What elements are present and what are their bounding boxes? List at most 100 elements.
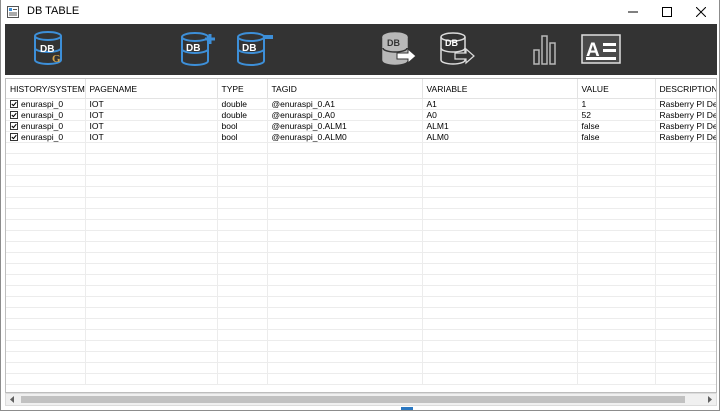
empty-cell[interactable] [655, 153, 716, 165]
empty-cell[interactable] [655, 263, 716, 275]
empty-row[interactable] [6, 296, 716, 308]
table-cell[interactable]: A1 [422, 98, 578, 110]
empty-cell[interactable] [655, 208, 716, 220]
maximize-button[interactable] [650, 0, 684, 23]
empty-cell[interactable] [85, 241, 218, 253]
empty-cell[interactable] [422, 373, 578, 385]
empty-cell[interactable] [85, 296, 218, 308]
empty-cell[interactable] [85, 263, 218, 275]
db-add-button[interactable]: DB [177, 28, 221, 70]
empty-row[interactable] [6, 252, 716, 264]
column-header[interactable]: VARIABLE [422, 79, 578, 99]
empty-cell[interactable] [6, 219, 86, 231]
empty-cell[interactable] [6, 285, 86, 297]
empty-cell[interactable] [422, 153, 578, 165]
empty-cell[interactable] [577, 307, 656, 319]
empty-row[interactable] [6, 164, 716, 176]
empty-row[interactable] [6, 241, 716, 253]
empty-cell[interactable] [655, 186, 716, 198]
empty-cell[interactable] [85, 329, 218, 341]
empty-row[interactable] [6, 329, 716, 341]
empty-cell[interactable] [85, 351, 218, 363]
empty-cell[interactable] [577, 164, 656, 176]
empty-cell[interactable] [85, 208, 218, 220]
empty-cell[interactable] [6, 263, 86, 275]
empty-cell[interactable] [217, 296, 268, 308]
table-cell[interactable]: @enuraspi_0.A0 [267, 109, 423, 121]
empty-cell[interactable] [422, 318, 578, 330]
empty-cell[interactable] [217, 329, 268, 341]
empty-cell[interactable] [6, 197, 86, 209]
empty-cell[interactable] [6, 274, 86, 286]
column-header[interactable]: DESCRIPTION [655, 79, 716, 99]
empty-cell[interactable] [655, 230, 716, 242]
empty-cell[interactable] [577, 285, 656, 297]
empty-cell[interactable] [217, 340, 268, 352]
empty-row[interactable] [6, 263, 716, 275]
empty-cell[interactable] [267, 252, 423, 264]
empty-cell[interactable] [422, 142, 578, 154]
table-cell[interactable]: false [577, 120, 656, 132]
empty-cell[interactable] [217, 197, 268, 209]
db-export-button[interactable]: DB [435, 28, 479, 70]
empty-cell[interactable] [267, 219, 423, 231]
empty-row[interactable] [6, 175, 716, 187]
empty-cell[interactable] [422, 252, 578, 264]
empty-cell[interactable] [217, 285, 268, 297]
empty-cell[interactable] [422, 219, 578, 231]
row-checkbox[interactable] [10, 111, 18, 119]
empty-row[interactable] [6, 307, 716, 319]
empty-cell[interactable] [577, 219, 656, 231]
empty-cell[interactable] [6, 351, 86, 363]
column-header[interactable]: TAGID [267, 79, 423, 99]
empty-cell[interactable] [267, 230, 423, 242]
scroll-left-button[interactable] [6, 394, 19, 405]
empty-cell[interactable] [422, 285, 578, 297]
table-cell[interactable]: ALM0 [422, 131, 578, 143]
empty-cell[interactable] [577, 230, 656, 242]
empty-row[interactable] [6, 208, 716, 220]
empty-cell[interactable] [577, 252, 656, 264]
empty-cell[interactable] [422, 241, 578, 253]
empty-cell[interactable] [267, 340, 423, 352]
empty-cell[interactable] [217, 362, 268, 374]
empty-cell[interactable] [267, 208, 423, 220]
chart-button[interactable] [525, 28, 565, 70]
table-cell[interactable]: IOT [85, 109, 218, 121]
empty-cell[interactable] [217, 351, 268, 363]
table-cell[interactable]: 52 [577, 109, 656, 121]
table-cell[interactable]: bool [217, 131, 268, 143]
empty-cell[interactable] [655, 142, 716, 154]
row-checkbox[interactable] [10, 133, 18, 141]
table-row[interactable]: enuraspi_0 IOT bool @enuraspi_0.ALM0 ALM0 fal… [6, 131, 716, 143]
empty-cell[interactable] [577, 197, 656, 209]
empty-cell[interactable] [577, 318, 656, 330]
empty-cell[interactable] [655, 241, 716, 253]
empty-cell[interactable] [422, 208, 578, 220]
font-button[interactable]: A [579, 28, 623, 70]
empty-cell[interactable] [577, 186, 656, 198]
empty-cell[interactable] [217, 175, 268, 187]
empty-cell[interactable] [267, 373, 423, 385]
empty-cell[interactable] [267, 318, 423, 330]
empty-cell[interactable] [422, 175, 578, 187]
empty-cell[interactable] [217, 142, 268, 154]
empty-row[interactable] [6, 230, 716, 242]
column-header[interactable]: HISTORY/SYSTEM [6, 79, 86, 99]
empty-cell[interactable] [577, 175, 656, 187]
empty-cell[interactable] [85, 219, 218, 231]
empty-cell[interactable] [217, 274, 268, 286]
empty-cell[interactable] [217, 186, 268, 198]
empty-cell[interactable] [267, 329, 423, 341]
empty-cell[interactable] [422, 351, 578, 363]
empty-cell[interactable] [6, 142, 86, 154]
empty-cell[interactable] [6, 241, 86, 253]
empty-cell[interactable] [217, 318, 268, 330]
table-row[interactable]: enuraspi_0 IOT bool @enuraspi_0.ALM1 ALM1 fal… [6, 120, 716, 132]
empty-cell[interactable] [577, 142, 656, 154]
empty-cell[interactable] [267, 351, 423, 363]
empty-cell[interactable] [85, 318, 218, 330]
empty-cell[interactable] [6, 175, 86, 187]
empty-cell[interactable] [267, 186, 423, 198]
empty-cell[interactable] [217, 263, 268, 275]
